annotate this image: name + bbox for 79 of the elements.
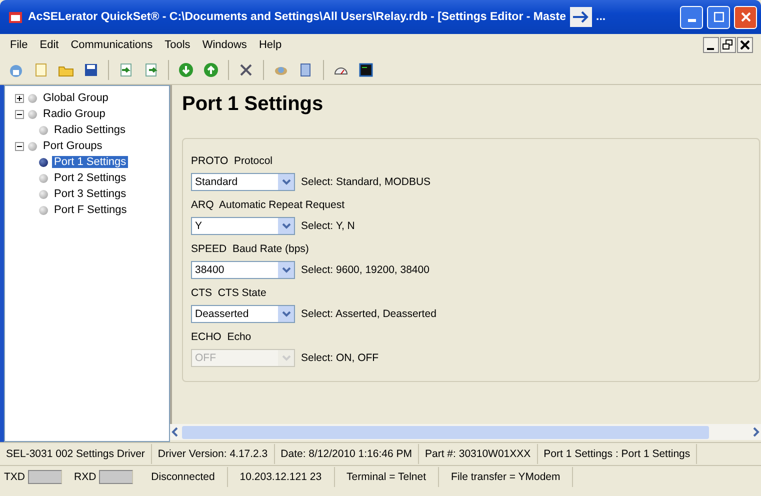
download-icon[interactable] <box>178 62 194 78</box>
options-hint: Select: Asserted, Deasserted <box>301 308 436 320</box>
collapse-icon[interactable] <box>15 110 24 118</box>
title-ellipsis: ... <box>596 11 606 23</box>
caret-icon <box>282 267 290 273</box>
indicator-light <box>28 470 62 484</box>
tree-item[interactable]: Port 3 Settings <box>52 188 128 200</box>
tree-item[interactable]: Global Group <box>41 92 110 104</box>
save-icon[interactable] <box>83 62 99 78</box>
options-hint: Select: 9600, 19200, 38400 <box>301 264 430 276</box>
close-button[interactable] <box>734 6 757 28</box>
upload-icon[interactable] <box>203 62 219 78</box>
close-icon[interactable] <box>737 37 753 53</box>
node-icon <box>39 190 48 198</box>
export-icon[interactable] <box>143 62 159 78</box>
tree-item[interactable]: Port F Settings <box>52 204 129 216</box>
options-hint: Select: ON, OFF <box>301 352 379 364</box>
menu-item[interactable]: Tools <box>162 38 192 52</box>
node-icon <box>39 158 48 166</box>
node-icon <box>28 142 37 150</box>
status-text: File transfer = YModem <box>439 467 574 487</box>
status-text: Port 1 Settings : Port 1 Settings <box>538 444 698 464</box>
caret-icon <box>282 223 290 229</box>
tree-item[interactable]: Radio Group <box>41 108 108 120</box>
maximize-button[interactable] <box>707 6 730 28</box>
scroll-right-icon[interactable] <box>751 427 761 437</box>
dropdown[interactable]: 38400 <box>191 261 295 279</box>
menu-item[interactable]: Help <box>256 38 284 52</box>
txd-label: TXD <box>4 470 25 485</box>
status-text: Date: 8/12/2010 1:16:46 PM <box>274 444 419 464</box>
node-icon <box>39 126 48 134</box>
status-text: Disconnected <box>139 467 228 487</box>
setting-label: PROTO Protocol <box>191 155 274 167</box>
status-text: SEL-3031 002 Settings Driver <box>0 444 152 464</box>
app-icon <box>8 9 24 25</box>
dropdown[interactable]: Standard <box>191 173 295 191</box>
status-text: Terminal = Telnet <box>334 467 440 487</box>
menu-item[interactable]: File <box>8 38 30 52</box>
setting-label: SPEED Baud Rate (bps) <box>191 243 310 255</box>
node-icon <box>28 94 37 102</box>
setting-label: ARQ Automatic Repeat Request <box>191 199 346 211</box>
minimize-icon[interactable] <box>703 37 719 53</box>
tree-item[interactable]: Radio Settings <box>52 124 128 136</box>
tree-item[interactable]: Port 2 Settings <box>52 172 128 184</box>
options-hint: Select: Y, N <box>301 220 355 232</box>
page-title: Port 1 Settings <box>182 93 324 116</box>
menu-item[interactable]: Windows <box>200 38 249 52</box>
rxd-label: RXD <box>73 470 96 485</box>
expand-icon[interactable] <box>15 94 24 102</box>
window-title: AcSELerator QuickSet® - C:\Documents and Settings\All Users\Relay.rdb - [Settings Editor - Maste <box>28 11 566 23</box>
menu-item[interactable]: Communications <box>68 38 155 52</box>
caret-icon <box>282 311 290 317</box>
node-icon <box>28 110 37 118</box>
tree-item[interactable]: Port 1 Settings <box>52 156 128 168</box>
import-icon[interactable] <box>118 62 134 78</box>
caret-icon <box>282 355 290 361</box>
status-text: Driver Version: 4.17.2.3 <box>152 444 275 464</box>
maximize-icon <box>714 12 724 22</box>
minimize-button[interactable] <box>680 6 703 28</box>
tree-item[interactable]: Port Groups <box>41 140 104 152</box>
caret-icon <box>282 179 290 185</box>
setting-label: ECHO Echo <box>191 331 252 343</box>
collapse-icon[interactable] <box>15 142 24 150</box>
minimize-icon <box>688 18 696 22</box>
options-hint: Select: Standard, MODBUS <box>301 176 431 188</box>
dropdown[interactable]: Deasserted <box>191 305 295 323</box>
home-icon[interactable] <box>8 62 24 78</box>
setting-label: CTS CTS State <box>191 287 268 299</box>
close-icon <box>740 12 750 22</box>
node-icon <box>39 174 48 182</box>
menu-item[interactable]: Edit <box>38 38 61 52</box>
status-text: Part #: 30310W01XXX <box>419 444 538 464</box>
status-text: 10.203.12.121 23 <box>228 467 335 487</box>
indicator-light <box>99 470 134 484</box>
terminal-icon[interactable] <box>358 62 374 78</box>
scroll-left-icon[interactable] <box>170 427 180 437</box>
node-icon <box>39 206 48 214</box>
dropdown[interactable]: Y <box>191 217 295 235</box>
restore-icon[interactable] <box>720 37 736 53</box>
